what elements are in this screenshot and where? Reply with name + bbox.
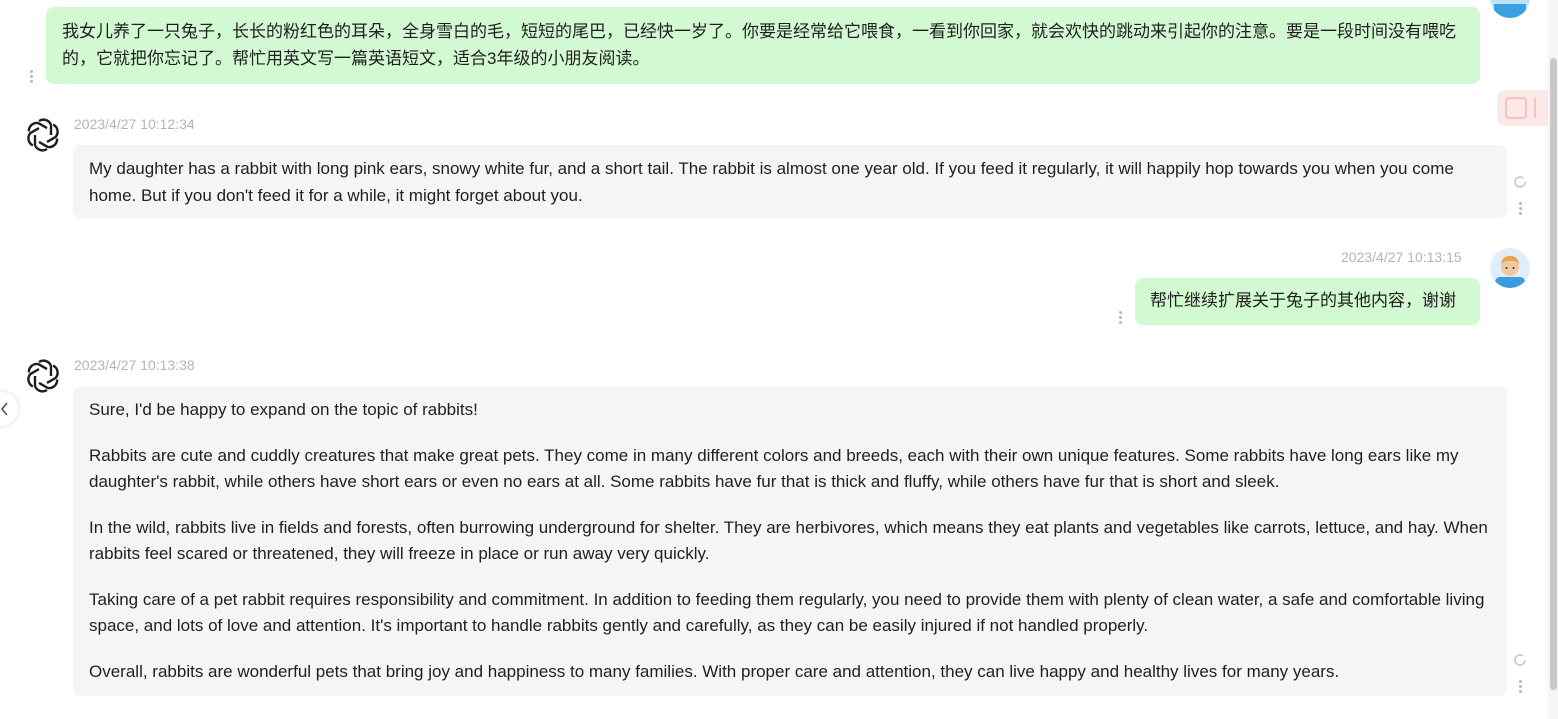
chat-area: 我女儿养了一只兔子，长长的粉红色的耳朵，全身雪白的毛，短短的尾巴，已经快一岁了。… bbox=[0, 0, 1548, 719]
message-timestamp: 2023/4/27 10:12:34 bbox=[74, 116, 195, 132]
refresh-icon[interactable] bbox=[1512, 652, 1528, 668]
openai-logo-icon bbox=[24, 357, 62, 395]
assistant-message-text: My daughter has a rabbit with long pink … bbox=[89, 159, 1454, 205]
assistant-message-bubble: Sure, I'd be happy to expand on the topi… bbox=[73, 386, 1507, 696]
openai-logo-icon bbox=[24, 116, 62, 154]
user-message-bubble: 帮忙继续扩展关于兔子的其他内容，谢谢 bbox=[1135, 278, 1480, 325]
user-message-text: 我女儿养了一只兔子，长长的粉红色的耳朵，全身雪白的毛，短短的尾巴，已经快一岁了。… bbox=[62, 22, 1456, 68]
message-menu-icon[interactable] bbox=[1519, 680, 1523, 694]
assistant-paragraph: Rabbits are cute and cuddly creatures th… bbox=[89, 445, 1459, 492]
refresh-icon[interactable] bbox=[1512, 174, 1528, 190]
message-menu-icon[interactable] bbox=[1119, 311, 1123, 325]
user-message-bubble: 我女儿养了一只兔子，长长的粉红色的耳朵，全身雪白的毛，短短的尾巴，已经快一岁了。… bbox=[46, 7, 1480, 84]
assistant-paragraph: In the wild, rabbits live in fields and … bbox=[89, 517, 1488, 564]
scrollbar-thumb[interactable] bbox=[1550, 58, 1557, 690]
sidebar-toggle-button[interactable] bbox=[0, 392, 18, 426]
scrollbar[interactable] bbox=[1548, 0, 1558, 719]
user-message-text: 帮忙继续扩展关于兔子的其他内容，谢谢 bbox=[1150, 291, 1456, 310]
assistant-paragraph: Sure, I'd be happy to expand on the topi… bbox=[89, 400, 478, 419]
assistant-paragraph: Overall, rabbits are wonderful pets that… bbox=[89, 661, 1340, 681]
message-menu-icon[interactable] bbox=[1519, 202, 1523, 216]
chevron-left-icon bbox=[0, 402, 8, 416]
message-menu-icon[interactable] bbox=[30, 70, 34, 84]
user-avatar bbox=[1490, 248, 1530, 288]
assistant-message-bubble: My daughter has a rabbit with long pink … bbox=[73, 145, 1507, 218]
message-timestamp: 2023/4/27 10:13:38 bbox=[74, 357, 195, 373]
user-avatar-top bbox=[1490, 0, 1530, 18]
assistant-paragraph: Taking care of a pet rabbit requires res… bbox=[89, 589, 1485, 636]
message-timestamp: 2023/4/27 10:13:15 bbox=[1341, 249, 1462, 265]
